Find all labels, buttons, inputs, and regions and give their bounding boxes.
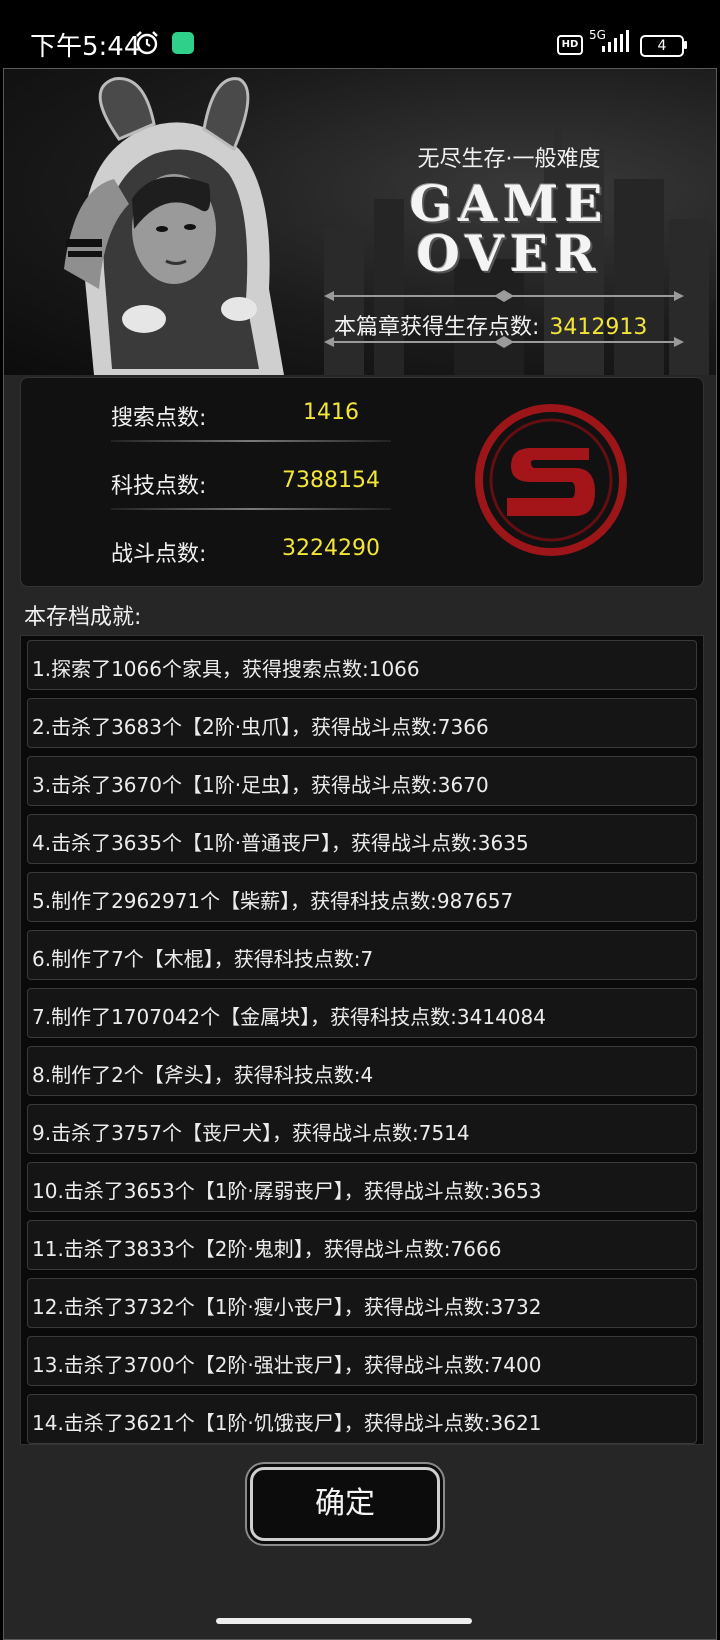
stat-divider — [111, 440, 391, 442]
achievements-list[interactable]: 1.探索了1066个家具，获得搜索点数:1066 2.击杀了3683个【2阶·虫… — [20, 635, 704, 1445]
achievement-text: 8.制作了2个【斧头】，获得科技点数:4 — [32, 1063, 374, 1087]
battery-cap — [684, 41, 687, 49]
alarm-icon — [136, 31, 158, 55]
achievement-text: 3.击杀了3670个【1阶·足虫】，获得战斗点数:3670 — [32, 773, 489, 797]
achievement-text: 13.击杀了3700个【2阶·强壮丧尸】，获得战斗点数:7400 — [32, 1353, 542, 1377]
stat-label: 科技点数: — [111, 474, 207, 499]
achievement-text: 9.击杀了3757个【丧尸犬】，获得战斗点数:7514 — [32, 1121, 470, 1145]
list-item: 5.制作了2962971个【柴薪】，获得科技点数:987657 — [27, 872, 697, 922]
list-item: 6.制作了7个【木棍】，获得科技点数:7 — [27, 930, 697, 980]
red-s-emblem-icon — [475, 404, 627, 556]
list-item: 11.击杀了3833个【2阶·鬼刺】，获得战斗点数:7666 — [27, 1220, 697, 1270]
confirm-button[interactable]: 确定 — [250, 1467, 440, 1541]
list-item: 1.探索了1066个家具，获得搜索点数:1066 — [27, 640, 697, 690]
game-over-banner: 无尽生存·一般难度 GAME OVER 本篇章获得生存点数: 3412913 — [4, 69, 716, 375]
stats-panel: 搜索点数: 1416 科技点数: 7388154 战斗点数: 3224290 — [20, 377, 704, 587]
stat-row-search: 搜索点数: 1416 — [111, 392, 411, 444]
achievement-text: 11.击杀了3833个【2阶·鬼刺】，获得战斗点数:7666 — [32, 1237, 502, 1261]
battery-icon: 4 — [640, 35, 684, 57]
achievements-title: 本存档成就: — [24, 605, 142, 630]
stat-value: 3224290 — [282, 536, 380, 561]
home-indicator[interactable] — [216, 1618, 472, 1624]
list-item: 9.击杀了3757个【丧尸犬】，获得战斗点数:7514 — [27, 1104, 697, 1154]
achievement-text: 1.探索了1066个家具，获得搜索点数:1066 — [32, 657, 420, 681]
game-over-line-2: OVER — [416, 224, 602, 283]
achievement-text: 5.制作了2962971个【柴薪】，获得科技点数:987657 — [32, 889, 514, 913]
list-item: 2.击杀了3683个【2阶·虫爪】，获得战斗点数:7366 — [27, 698, 697, 748]
stat-row-combat: 战斗点数: 3224290 — [111, 528, 411, 580]
stat-label: 搜索点数: — [111, 406, 207, 431]
status-time: 下午5:44 — [30, 32, 141, 62]
achievement-text: 6.制作了7个【木棍】，获得科技点数:7 — [32, 947, 374, 971]
achievement-text: 4.击杀了3635个【1阶·普通丧尸】，获得战斗点数:3635 — [32, 831, 529, 855]
list-item: 8.制作了2个【斧头】，获得科技点数:4 — [27, 1046, 697, 1096]
status-bar: 下午5:44 HD 5G 4 — [0, 0, 720, 68]
achievement-text: 7.制作了1707042个【金属块】，获得科技点数:3414084 — [32, 1005, 546, 1029]
list-item: 13.击杀了3700个【2阶·强壮丧尸】，获得战斗点数:7400 — [27, 1336, 697, 1386]
stat-value: 1416 — [303, 400, 359, 425]
achievement-text: 14.击杀了3621个【1阶·饥饿丧尸】，获得战斗点数:3621 — [32, 1411, 542, 1435]
stat-label: 战斗点数: — [111, 542, 207, 567]
ornament-divider-top — [324, 290, 684, 302]
ornament-divider-bottom — [324, 336, 684, 348]
game-over-line-1: GAME — [409, 174, 609, 233]
stat-divider — [111, 508, 391, 510]
list-item: 12.击杀了3732个【1阶·瘦小丧尸】，获得战斗点数:3732 — [27, 1278, 697, 1328]
stat-row-tech: 科技点数: 7388154 — [111, 460, 411, 512]
list-item: 7.制作了1707042个【金属块】，获得科技点数:3414084 — [27, 988, 697, 1038]
game-over-screen: 无尽生存·一般难度 GAME OVER 本篇章获得生存点数: 3412913 搜索… — [3, 68, 717, 1640]
list-item: 3.击杀了3670个【1阶·足虫】，获得战斗点数:3670 — [27, 756, 697, 806]
hd-icon: HD — [557, 35, 583, 55]
app-notification-icon — [172, 32, 194, 54]
signal-icon — [602, 30, 629, 52]
list-item: 4.击杀了3635个【1阶·普通丧尸】，获得战斗点数:3635 — [27, 814, 697, 864]
stat-value: 7388154 — [282, 468, 380, 493]
list-item: 14.击杀了3621个【1阶·饥饿丧尸】，获得战斗点数:3621 — [27, 1394, 697, 1444]
achievement-text: 10.击杀了3653个【1阶·孱弱丧尸】，获得战斗点数:3653 — [32, 1179, 542, 1203]
character-portrait-image — [64, 77, 284, 375]
achievement-text: 12.击杀了3732个【1阶·瘦小丧尸】，获得战斗点数:3732 — [32, 1295, 542, 1319]
mode-difficulty-title: 无尽生存·一般难度 — [417, 147, 601, 172]
game-over-title: GAME OVER — [384, 179, 634, 279]
list-item: 10.击杀了3653个【1阶·孱弱丧尸】，获得战斗点数:3653 — [27, 1162, 697, 1212]
achievement-text: 2.击杀了3683个【2阶·虫爪】，获得战斗点数:7366 — [32, 715, 489, 739]
